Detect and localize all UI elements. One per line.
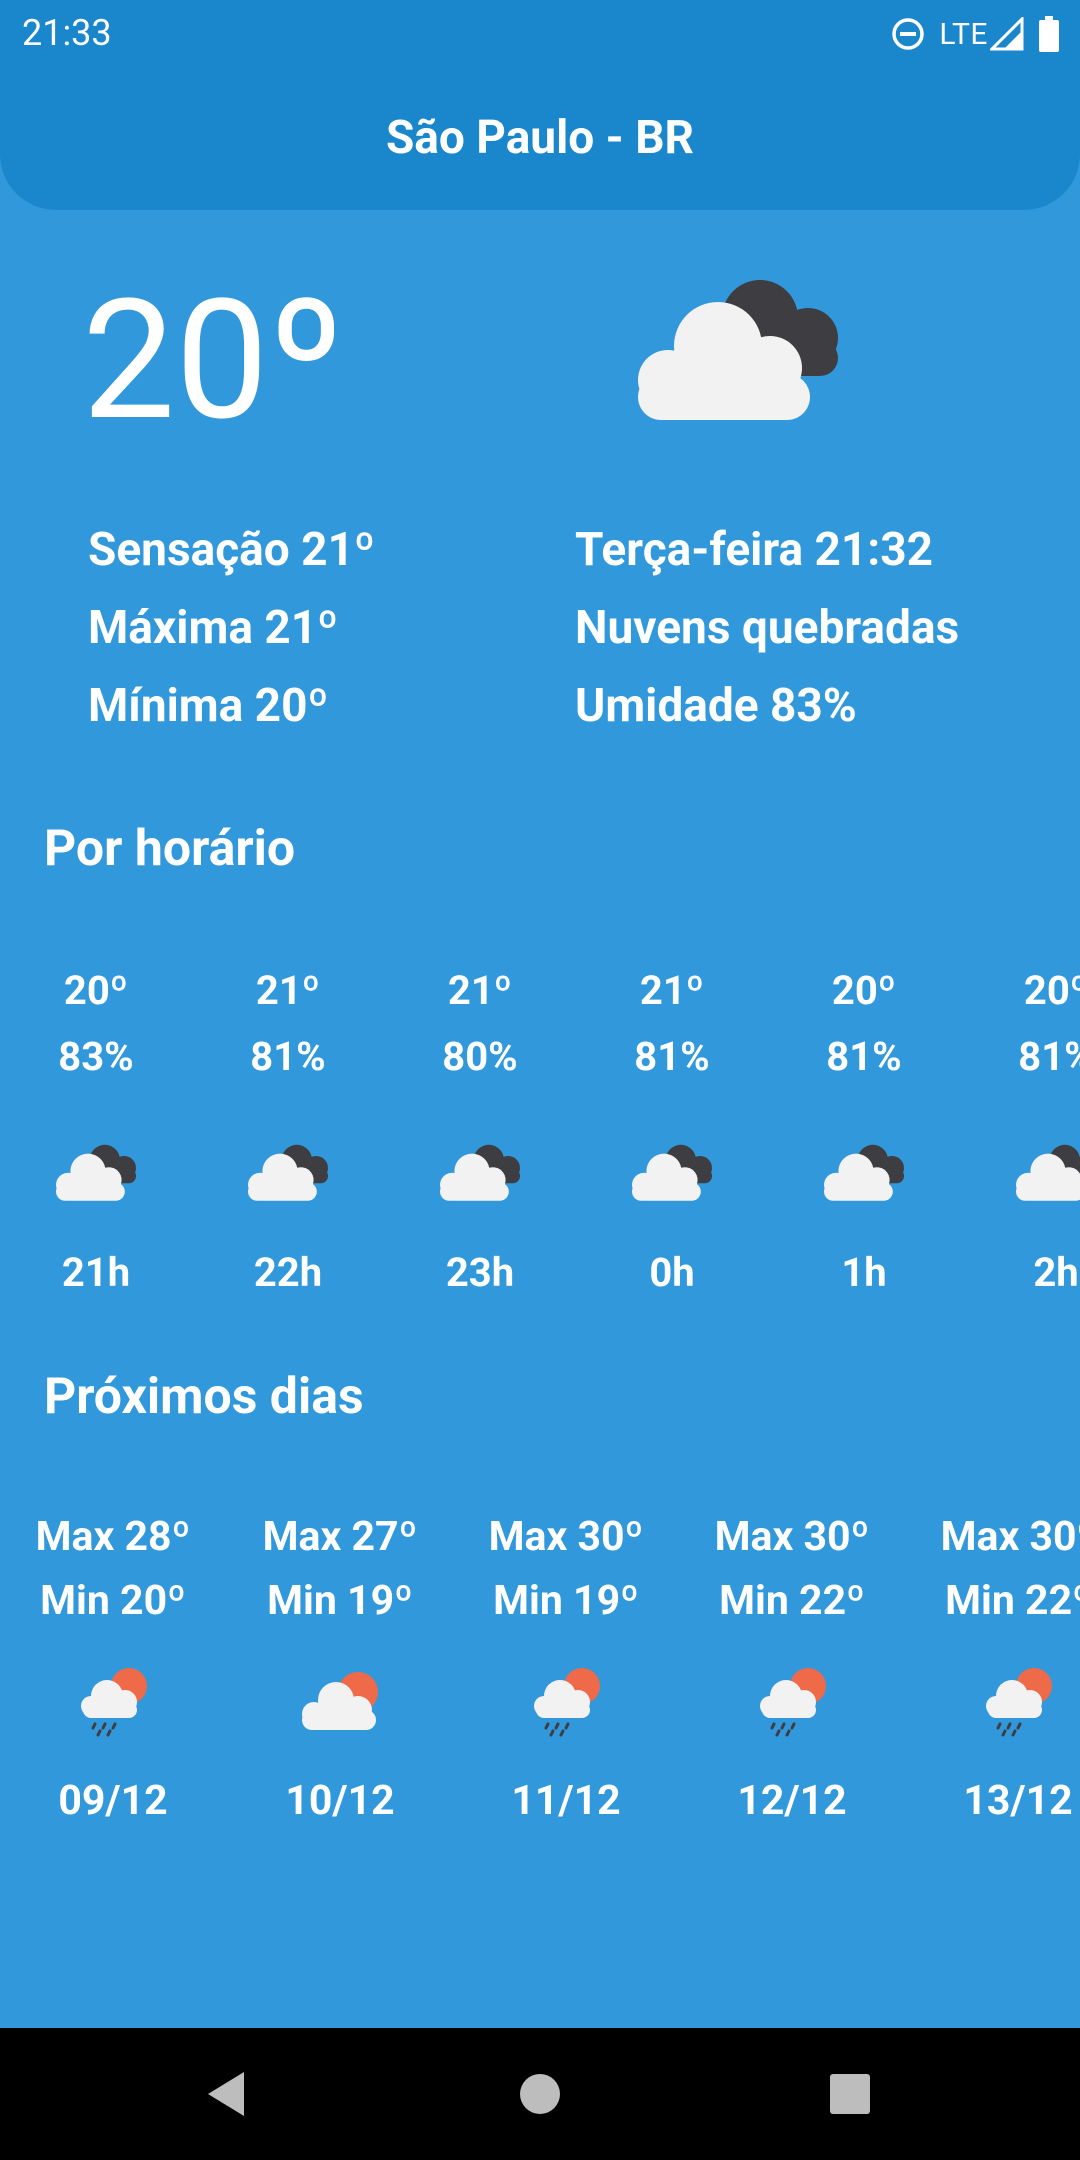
hourly-humidity: 81% bbox=[634, 1033, 710, 1080]
hourly-humidity: 80% bbox=[442, 1033, 518, 1080]
broken-clouds-icon bbox=[1016, 1144, 1080, 1201]
hourly-temp: 20º bbox=[831, 967, 897, 1014]
daily-item: Max 28º Min 20º 09/12 bbox=[13, 1512, 213, 1826]
daily-max: Max 28º bbox=[35, 1513, 191, 1561]
daily-date: 11/12 bbox=[511, 1777, 621, 1825]
hourly-humidity: 81% bbox=[1018, 1033, 1080, 1080]
daily-min: Min 22º bbox=[945, 1577, 1080, 1625]
hourly-time: 1h bbox=[841, 1249, 887, 1296]
home-circle-icon bbox=[520, 2074, 560, 2114]
current-datetime: Terça-feira 21:32 bbox=[575, 523, 934, 577]
min-temperature: Mínima 20º bbox=[88, 679, 329, 733]
daily-date: 12/12 bbox=[737, 1777, 847, 1825]
hourly-humidity: 81% bbox=[826, 1033, 902, 1080]
recents-button[interactable] bbox=[790, 2028, 910, 2160]
hourly-time: 0h bbox=[649, 1249, 695, 1296]
hourly-temp: 20º bbox=[63, 967, 129, 1014]
hourly-time: 21h bbox=[61, 1249, 131, 1296]
back-button[interactable] bbox=[166, 2028, 286, 2160]
signal-icon bbox=[990, 17, 1024, 51]
hourly-temp: 21º bbox=[447, 967, 513, 1014]
daily-date: 10/12 bbox=[285, 1777, 395, 1825]
broken-clouds-icon bbox=[56, 1144, 136, 1201]
hourly-item: 21º 80% 23h bbox=[405, 966, 555, 1296]
broken-clouds-icon bbox=[638, 280, 838, 420]
daily-item: Max 30º Min 22º 12/12 bbox=[692, 1512, 892, 1826]
hourly-item: 21º 81% 22h bbox=[213, 966, 363, 1296]
hourly-section-title: Por horário bbox=[44, 820, 296, 878]
hourly-temp: 21º bbox=[255, 967, 321, 1014]
daily-item: Max 30º Min 22º 13/12 bbox=[918, 1512, 1080, 1826]
rain-sun-icon bbox=[534, 1668, 600, 1737]
rain-sun-icon bbox=[81, 1668, 147, 1737]
hourly-humidity: 81% bbox=[250, 1033, 326, 1080]
hourly-item: 21º 81% 0h bbox=[597, 966, 747, 1296]
broken-clouds-icon bbox=[824, 1144, 904, 1201]
daily-max: Max 30º bbox=[714, 1513, 870, 1561]
hourly-humidity: 83% bbox=[58, 1033, 134, 1080]
daily-section-title: Próximos dias bbox=[44, 1368, 364, 1426]
feels-like: Sensação 21º bbox=[88, 523, 376, 577]
status-bar: 21:33 LTE bbox=[0, 0, 1080, 66]
daily-max: Max 30º bbox=[488, 1513, 644, 1561]
broken-clouds-icon bbox=[440, 1144, 520, 1201]
status-icons: LTE bbox=[891, 12, 1060, 56]
hourly-temp: 20º bbox=[1023, 967, 1080, 1014]
back-triangle-icon bbox=[208, 2072, 244, 2116]
weather-description: Nuvens quebradas bbox=[575, 601, 960, 655]
do-not-disturb-icon bbox=[892, 18, 925, 50]
daily-min: Min 19º bbox=[267, 1577, 413, 1625]
hourly-item: 20º 83% 21h bbox=[21, 966, 171, 1296]
daily-date: 13/12 bbox=[963, 1777, 1073, 1825]
hourly-list[interactable]: 20º 83% 21h 21º 81% 22h 21º 80% 23h 21º … bbox=[0, 966, 1080, 1296]
humidity: Umidade 83% bbox=[575, 679, 857, 733]
home-button[interactable] bbox=[480, 2028, 600, 2160]
daily-item: Max 30º Min 19º 11/12 bbox=[466, 1512, 666, 1826]
hourly-time: 22h bbox=[253, 1249, 323, 1296]
rain-sun-icon bbox=[760, 1668, 826, 1737]
recents-square-icon bbox=[830, 2074, 870, 2114]
current-temperature: 20º bbox=[82, 263, 345, 458]
hourly-temp: 21º bbox=[639, 967, 705, 1014]
hourly-item: 20º 81% 2h bbox=[981, 966, 1080, 1296]
daily-min: Min 19º bbox=[493, 1577, 639, 1625]
rain-sun-icon bbox=[986, 1668, 1052, 1737]
hourly-time: 2h bbox=[1033, 1249, 1079, 1296]
daily-max: Max 30º bbox=[940, 1513, 1080, 1561]
status-time: 21:33 bbox=[22, 12, 112, 54]
broken-clouds-icon bbox=[248, 1144, 328, 1201]
daily-max: Max 27º bbox=[262, 1513, 418, 1561]
city-title: São Paulo - BR bbox=[385, 111, 695, 165]
max-temperature: Máxima 21º bbox=[88, 601, 339, 655]
battery-icon bbox=[1039, 16, 1059, 52]
city-header: São Paulo - BR bbox=[0, 66, 1080, 210]
daily-min: Min 20º bbox=[40, 1577, 186, 1625]
daily-item: Max 27º Min 19º 10/12 bbox=[240, 1512, 440, 1826]
cloud-sun-icon bbox=[302, 1672, 378, 1730]
navigation-bar bbox=[0, 2028, 1080, 2160]
daily-list[interactable]: Max 28º Min 20º 09/12 Max 27º Min 19º 10… bbox=[0, 1512, 1080, 1842]
broken-clouds-icon bbox=[632, 1144, 712, 1201]
daily-date: 09/12 bbox=[58, 1777, 168, 1825]
daily-min: Min 22º bbox=[719, 1577, 865, 1625]
hourly-time: 23h bbox=[445, 1249, 515, 1296]
hourly-item: 20º 81% 1h bbox=[789, 966, 939, 1296]
network-type: LTE bbox=[939, 16, 988, 52]
